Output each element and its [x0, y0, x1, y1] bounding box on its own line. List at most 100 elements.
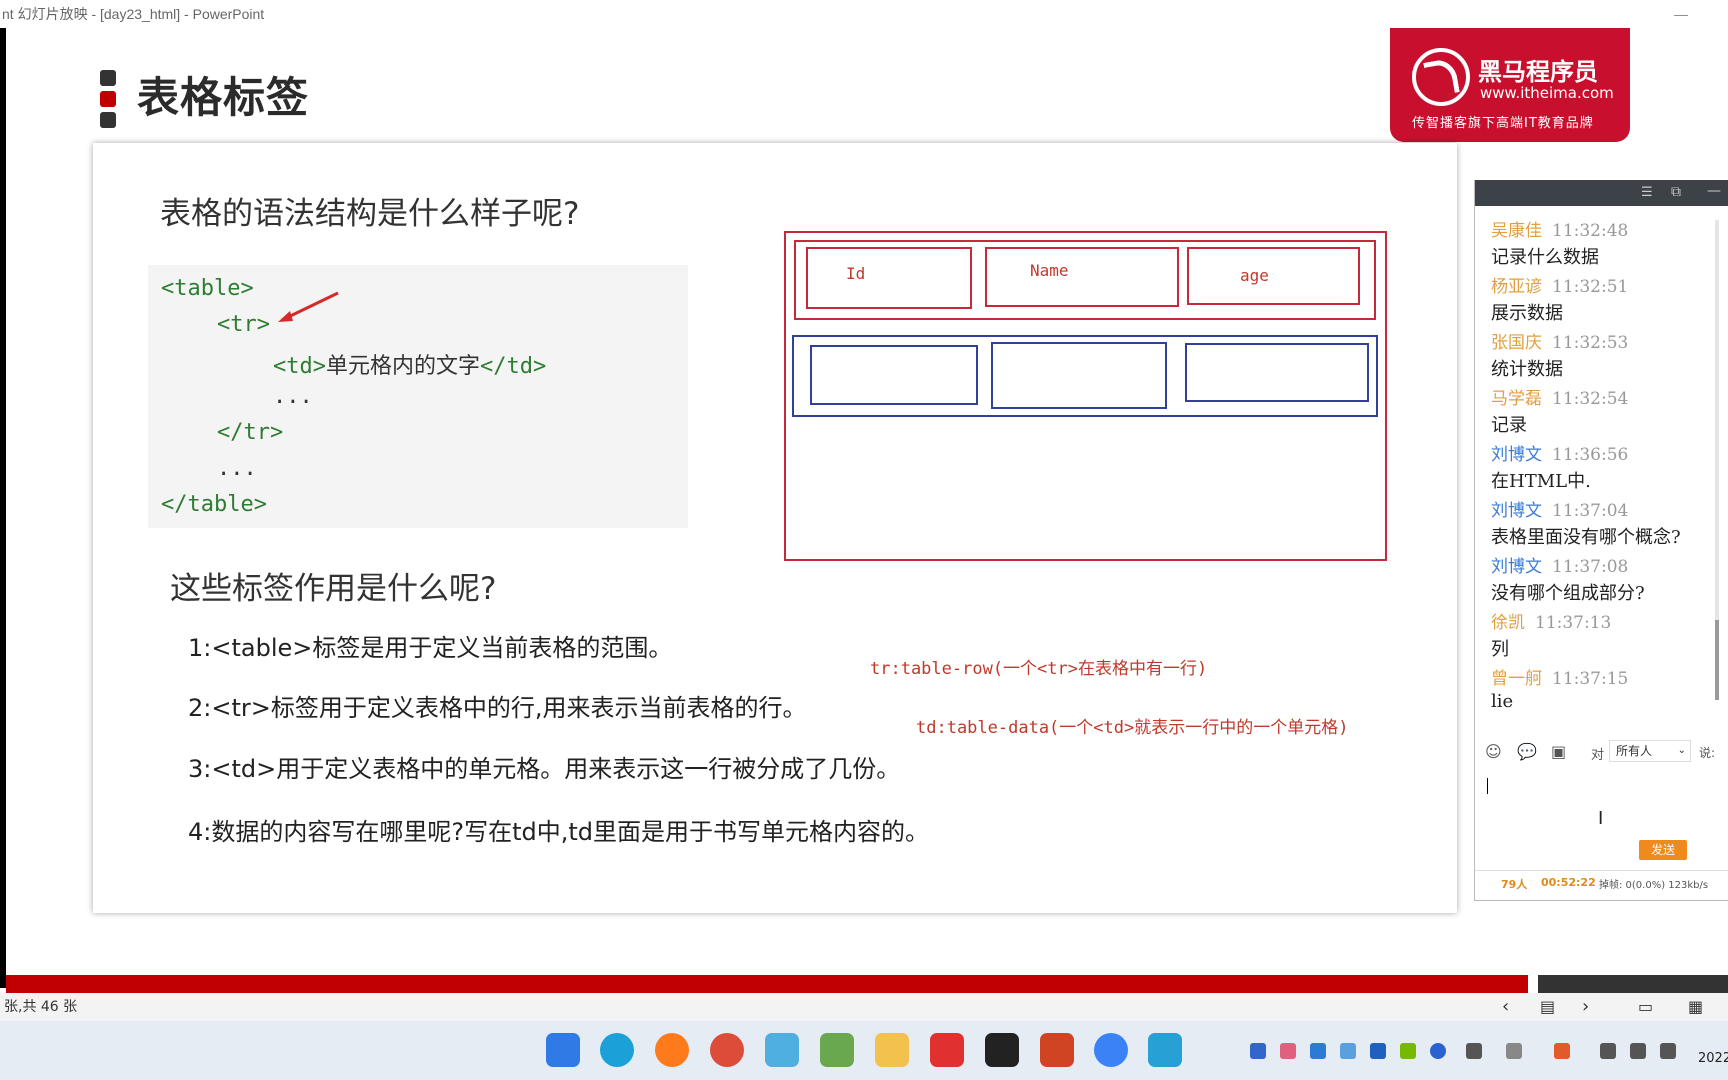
recipient-select[interactable]: 所有人 ⌄	[1609, 740, 1691, 762]
taskbar: 2022	[0, 1021, 1728, 1080]
menu-icon[interactable]: ☰	[1641, 185, 1653, 200]
chrome-icon[interactable]	[710, 1033, 744, 1067]
desc-tr: 2:<tr>标签用于定义表格中的行,用来表示当前表格的行。	[188, 694, 807, 722]
chat-divider	[1475, 870, 1728, 871]
desc-data: 4:数据的内容写在哪里呢?写在td中,td里面是用于书写单元格内容的。	[188, 818, 930, 846]
popout-icon[interactable]: ⧉	[1671, 184, 1681, 200]
chat-sender: 张国庆	[1491, 333, 1542, 353]
comment-icon[interactable]: 💬	[1517, 742, 1537, 761]
chat-text: 记录什么数据	[1491, 247, 1599, 268]
chat-message: 徐凯 11:37:13 列	[1491, 608, 1611, 661]
chat-message: 吴康佳 11:32:48 记录什么数据	[1491, 216, 1628, 269]
chat-time: 11:36:56	[1552, 445, 1629, 465]
notepad-icon[interactable]	[820, 1033, 854, 1067]
chat-text: 统计数据	[1491, 359, 1563, 380]
diagram-cell-empty-2	[991, 342, 1167, 409]
search-icon[interactable]	[1094, 1033, 1128, 1067]
emoji-icon[interactable]: ☺	[1485, 742, 1502, 761]
chat-sender: 马学磊	[1491, 389, 1542, 409]
minimize-button[interactable]: —	[1674, 0, 1688, 28]
powerpoint-icon[interactable]	[1040, 1033, 1074, 1067]
volume-icon[interactable]	[1630, 1043, 1646, 1059]
code-line-ellipsis-inner: ...	[273, 384, 313, 409]
heading-bullet-1	[100, 70, 116, 86]
network-icon[interactable]	[1600, 1043, 1616, 1059]
arrow-annotation-icon	[278, 291, 339, 322]
code-line-table-open: <table>	[161, 276, 254, 301]
chat-time: 11:37:13	[1535, 613, 1612, 633]
tray-app-icon-5[interactable]	[1370, 1043, 1386, 1059]
chat-sender: 徐凯	[1491, 613, 1525, 633]
sorter-view-icon[interactable]: ▦	[1688, 993, 1703, 1021]
slide-heading: 表格标签	[137, 73, 310, 122]
chat-message: 刘博文 11:37:08 没有哪个组成部分?	[1491, 552, 1645, 605]
paint-icon[interactable]	[765, 1033, 799, 1067]
text-caret	[1487, 778, 1488, 794]
intellij-icon[interactable]	[985, 1033, 1019, 1067]
tray-app-icon-3[interactable]	[1310, 1043, 1326, 1059]
cloud-app-icon[interactable]	[1148, 1033, 1182, 1067]
microphone-icon[interactable]	[1466, 1043, 1482, 1059]
code-line-ellipsis-outer: ...	[217, 456, 257, 481]
input-method-icon[interactable]	[1506, 1043, 1522, 1059]
firefox-icon[interactable]	[655, 1033, 689, 1067]
tray-app-icon-4[interactable]	[1340, 1043, 1356, 1059]
send-button[interactable]: 发送	[1639, 840, 1687, 860]
diagram-cell-name	[985, 247, 1179, 307]
xmind-icon[interactable]	[930, 1033, 964, 1067]
minimize-chat-icon[interactable]: —	[1707, 183, 1721, 199]
slide-menu-icon[interactable]: ▤	[1540, 993, 1555, 1021]
heading-bullet-3	[100, 112, 116, 128]
chat-sender: 刘博文	[1491, 445, 1542, 465]
file-explorer-icon[interactable]	[875, 1033, 909, 1067]
note-td: td:table-data(一个<td>就表示一行中的一个单元格)	[916, 718, 1349, 738]
people-count: 79人	[1501, 878, 1528, 891]
nvidia-icon[interactable]	[1400, 1043, 1416, 1059]
tray-app-icon-2[interactable]	[1280, 1043, 1296, 1059]
next-slide-icon[interactable]: ›	[1582, 993, 1589, 1021]
logo-url: www.itheima.com	[1480, 84, 1614, 102]
chat-text: 没有哪个组成部分?	[1491, 583, 1645, 604]
chat-sender: 曾一舸	[1491, 669, 1542, 689]
chat-time: 11:32:48	[1552, 221, 1629, 241]
status-bar: 张,共 46 张 ‹ ▤ › ▭ ▦	[0, 993, 1728, 1021]
chat-message: 张国庆 11:32:53 统计数据	[1491, 328, 1628, 381]
edge-icon[interactable]	[600, 1033, 634, 1067]
chat-sender: 刘博文	[1491, 557, 1542, 577]
chat-text: 列	[1491, 639, 1509, 660]
code-line-tr-open: <tr>	[217, 312, 270, 337]
logo-slogan: 传智播客旗下高端IT教育品牌	[1412, 116, 1594, 131]
code-line-tr-close: </tr>	[217, 420, 284, 445]
diagram-cell-age	[1187, 247, 1360, 305]
prev-slide-icon[interactable]: ‹	[1502, 993, 1509, 1021]
diagram-cell-empty-3	[1185, 343, 1369, 402]
bluetooth-icon[interactable]	[1430, 1043, 1446, 1059]
tray-app-icon-1[interactable]	[1250, 1043, 1266, 1059]
horse-logo-icon	[1412, 48, 1470, 106]
chat-header: ☰ ⧉ —	[1475, 180, 1728, 206]
chat-time: 11:37:15	[1552, 669, 1629, 689]
chat-message: 刘博文 11:37:04 表格里面没有哪个概念?	[1491, 496, 1681, 549]
code-line-td: <td>单元格内的文字</td>	[273, 354, 547, 379]
battery-icon[interactable]	[1660, 1043, 1676, 1059]
chat-time: 11:32:53	[1552, 333, 1629, 353]
chat-text: 记录	[1491, 415, 1527, 436]
chat-text: lie	[1491, 691, 1514, 712]
question-syntax: 表格的语法结构是什么样子呢?	[160, 196, 580, 232]
slide-counter: 张,共 46 张	[4, 999, 78, 1015]
chat-sender: 刘博文	[1491, 501, 1542, 521]
tray-app-icon-6[interactable]	[1554, 1043, 1570, 1059]
normal-view-icon[interactable]: ▭	[1638, 993, 1653, 1021]
itheima-logo: 黑马程序员 www.itheima.com 传智播客旗下高端IT教育品牌	[1390, 28, 1630, 142]
image-icon[interactable]: ▣	[1551, 742, 1566, 761]
chat-text: 展示数据	[1491, 303, 1563, 324]
cell-label-id: Id	[846, 264, 866, 283]
chat-time: 11:32:54	[1552, 389, 1629, 409]
cell-label-age: age	[1240, 266, 1269, 285]
recipient-value: 所有人	[1616, 744, 1653, 758]
logo-name: 黑马程序员	[1478, 58, 1598, 86]
windows-start-icon[interactable]	[546, 1033, 580, 1067]
chat-scrollbar-thumb[interactable]	[1715, 620, 1719, 700]
window-title: nt 幻灯片放映 - [day23_html] - PowerPoint	[2, 6, 265, 22]
chat-message: 杨亚谚 11:32:51 展示数据	[1491, 272, 1628, 325]
